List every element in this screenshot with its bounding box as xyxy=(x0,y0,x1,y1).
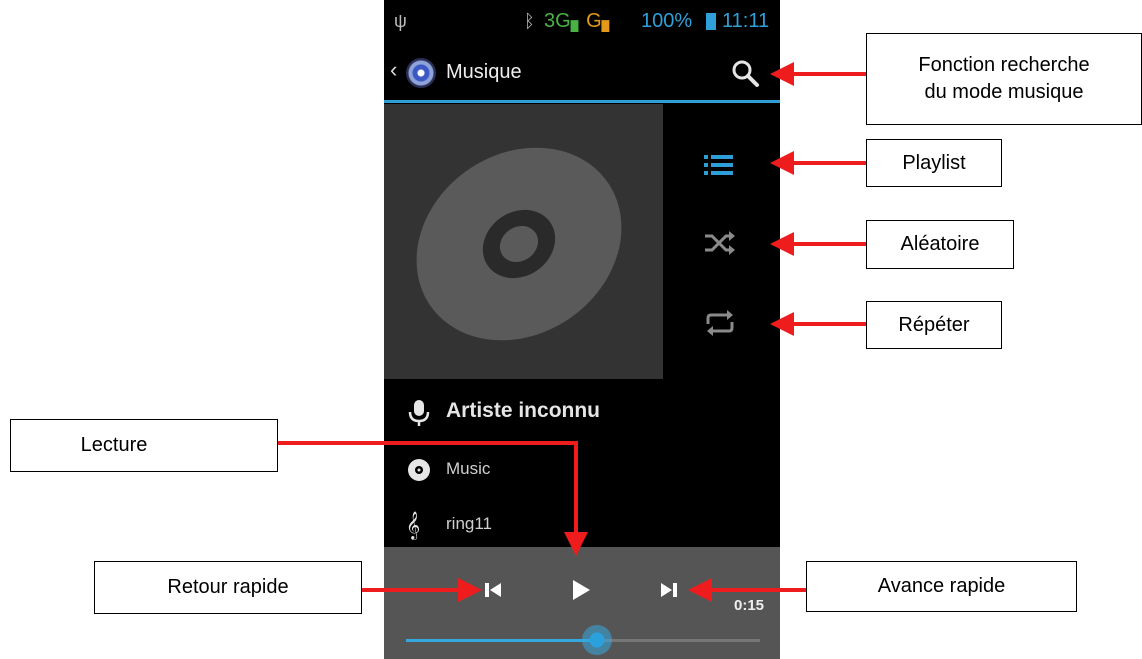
callout-playlist-text: Playlist xyxy=(902,151,966,174)
callout-rewind-text: Retour rapide xyxy=(167,576,289,598)
callout-play: Lecture xyxy=(10,419,278,472)
callout-shuffle-text: Aléatoire xyxy=(900,233,980,255)
callout-shuffle: Aléatoire xyxy=(866,220,1014,269)
arrow-play xyxy=(278,441,588,556)
callout-search: Fonction recherche du mode musique xyxy=(866,33,1142,125)
callout-repeat: Répéter xyxy=(866,301,1002,349)
callout-search-line1: Fonction recherche xyxy=(918,54,1090,76)
callout-playlist: Playlist xyxy=(866,139,1002,187)
callout-search-line2: du mode musique xyxy=(924,81,1084,103)
callout-rewind: Retour rapide xyxy=(94,561,362,614)
callout-forward: Avance rapide xyxy=(806,561,1077,612)
callout-play-text: Lecture xyxy=(80,434,148,456)
callout-repeat-text: Répéter xyxy=(898,313,970,336)
callout-forward-text: Avance rapide xyxy=(877,575,1006,597)
